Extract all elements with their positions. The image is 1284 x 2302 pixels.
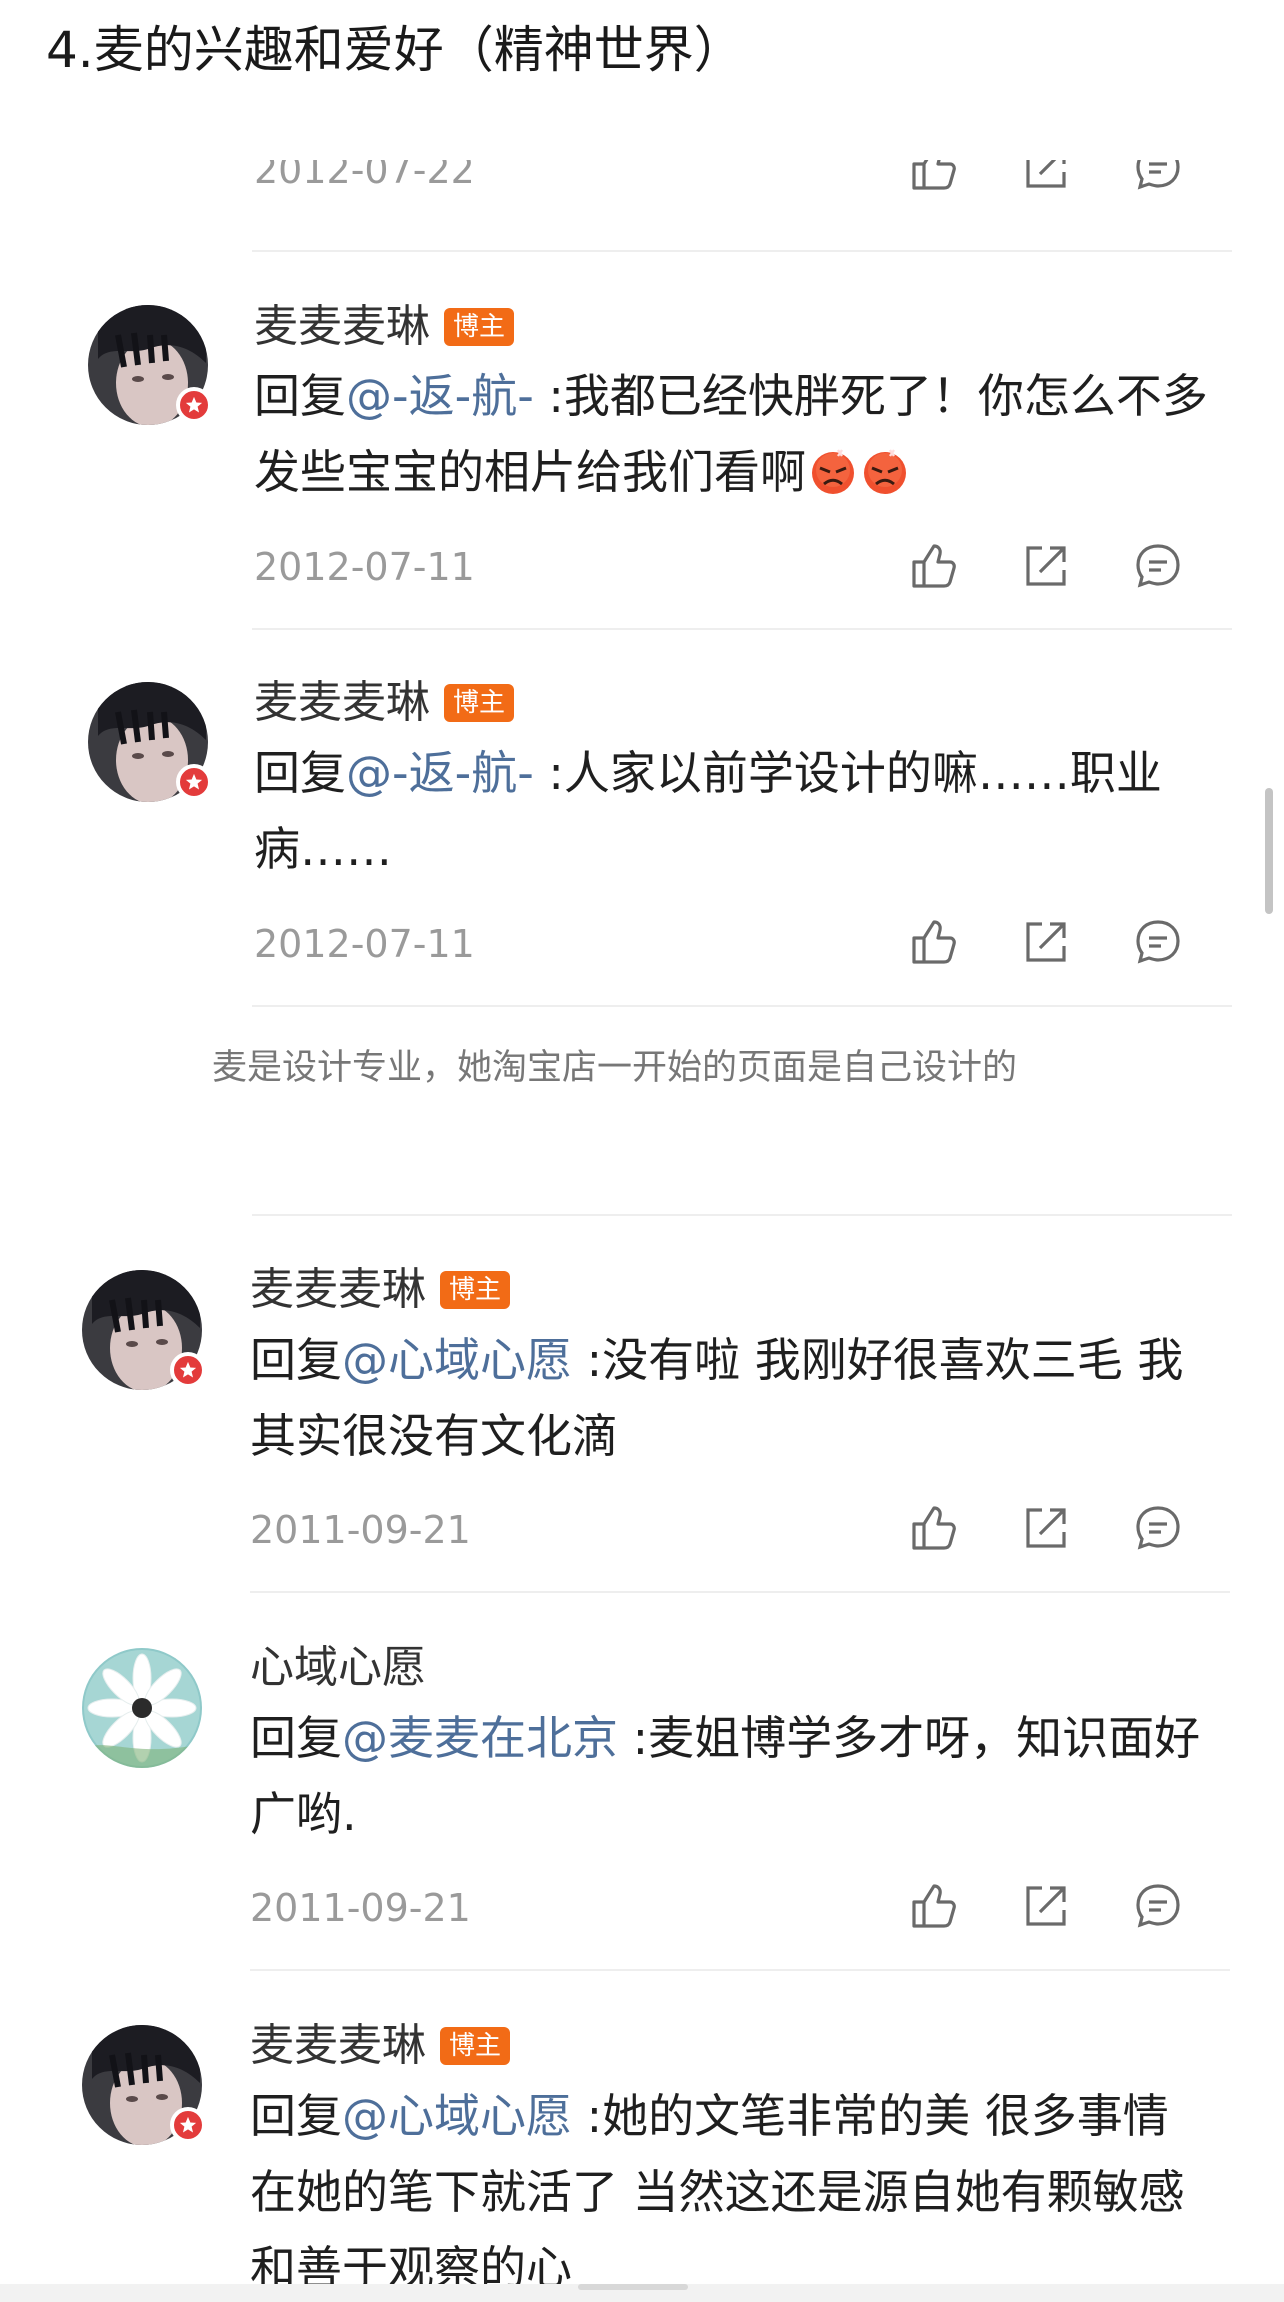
comment-text: 回复@-返-航- :我都已经快胖死了！你怎么不多发些宝宝的相片给我们看啊 (254, 358, 1214, 510)
share-icon[interactable] (1018, 1878, 1074, 1934)
angry-face-emoji (864, 449, 906, 494)
verified-star-icon (176, 387, 212, 423)
mention-link[interactable]: @心域心愿 (342, 1333, 572, 1387)
comment-date: 2012-07-22 (254, 160, 475, 192)
comment-actions (902, 1878, 1202, 1938)
comment-actions (902, 1500, 1202, 1560)
comment-author-line: 麦麦麦琳 博主 (254, 299, 515, 355)
thumbs-up-icon[interactable] (906, 160, 962, 196)
reply-prefix: 回复 (254, 746, 346, 800)
comment-actions (902, 914, 1202, 974)
reply-prefix: 回复 (250, 2089, 342, 2143)
avatar[interactable] (88, 682, 212, 802)
reply-prefix: 回复 (250, 1333, 342, 1387)
thumbs-up-icon[interactable] (906, 914, 962, 970)
comment-divider (252, 1214, 1232, 1216)
author-name[interactable]: 麦麦麦琳 (254, 675, 430, 731)
comment-divider (250, 1591, 1230, 1593)
scrollbar-thumb[interactable] (1265, 788, 1273, 914)
comment-icon[interactable] (1130, 1878, 1186, 1934)
comment-author-line: 心域心愿 (250, 1640, 426, 1696)
comment-actions (902, 538, 1202, 598)
comment-date: 2011-09-21 (250, 1886, 471, 1930)
comment-text: 回复@心域心愿 :没有啦 我刚好很喜欢三毛 我其实很没有文化滴 (250, 1322, 1210, 1474)
comment-divider (252, 1005, 1232, 1007)
share-icon[interactable] (1018, 538, 1074, 594)
comment-icon[interactable] (1130, 1500, 1186, 1556)
share-icon[interactable] (1018, 1500, 1074, 1556)
page-title: 4.麦的兴趣和爱好（精神世界） (46, 21, 744, 79)
share-icon[interactable] (1018, 914, 1074, 970)
comment-actions (902, 160, 1202, 200)
comment-divider (252, 250, 1232, 252)
host-badge: 博主 (440, 2027, 511, 2065)
avatar[interactable] (82, 1648, 202, 1768)
mention-link[interactable]: @心域心愿 (342, 2089, 572, 2143)
comment-icon[interactable] (1130, 914, 1186, 970)
comment-author-line: 麦麦麦琳 博主 (250, 1262, 511, 1318)
verified-star-icon (176, 764, 212, 800)
author-name[interactable]: 麦麦麦琳 (250, 2018, 426, 2074)
author-name[interactable]: 心域心愿 (250, 1640, 426, 1696)
reply-prefix: 回复 (250, 1711, 342, 1765)
host-badge: 博主 (440, 1271, 511, 1309)
bottom-edge (0, 2284, 1284, 2302)
comment-text: 回复@-返-航- :人家以前学设计的嘛……职业病…… (254, 735, 1174, 887)
reply-prefix: 回复 (254, 369, 346, 423)
comment-date: 2012-07-11 (254, 545, 475, 589)
avatar[interactable] (82, 1270, 206, 1390)
host-badge: 博主 (444, 684, 515, 722)
share-icon[interactable] (1018, 160, 1074, 196)
author-name[interactable]: 麦麦麦琳 (254, 299, 430, 355)
comment-date: 2012-07-11 (254, 922, 475, 966)
user-avatar-image (82, 1648, 202, 1768)
comment-author-line: 麦麦麦琳 博主 (250, 2018, 511, 2074)
thumbs-up-icon[interactable] (906, 1500, 962, 1556)
thumbs-up-icon[interactable] (906, 1878, 962, 1934)
comment-author-line: 麦麦麦琳 博主 (254, 675, 515, 731)
home-indicator (578, 2284, 688, 2290)
verified-star-icon (170, 2107, 206, 2143)
comment-divider (250, 1969, 1230, 1971)
mention-link[interactable]: @-返-航- (346, 746, 534, 800)
cutoff-comment-footer: 2012-07-22 (0, 160, 1284, 220)
angry-face-emoji (812, 449, 854, 494)
comment-icon[interactable] (1130, 160, 1186, 196)
host-badge: 博主 (444, 308, 515, 346)
comment-date: 2011-09-21 (250, 1508, 471, 1552)
comment-text: 回复@心域心愿 :她的文笔非常的美 很多事情在她的笔下就活了 当然这还是源自她有… (250, 2078, 1210, 2284)
thumbs-up-icon[interactable] (906, 538, 962, 594)
comment-icon[interactable] (1130, 538, 1186, 594)
avatar[interactable] (82, 2025, 206, 2145)
verified-star-icon (170, 1352, 206, 1388)
avatar[interactable] (88, 305, 212, 425)
caption-text: 麦是设计专业，她淘宝店一开始的页面是自己设计的 (212, 1048, 1018, 1088)
mention-link[interactable]: @麦麦在北京 (342, 1711, 618, 1765)
author-name[interactable]: 麦麦麦琳 (250, 1262, 426, 1318)
mention-link[interactable]: @-返-航- (346, 369, 534, 423)
page-viewport: 4.麦的兴趣和爱好（精神世界） 2012-07-22 麦麦麦琳 博主 回复@-返… (0, 0, 1284, 2284)
comment-text: 回复@麦麦在北京 :麦姐博学多才呀，知识面好广哟. (250, 1700, 1210, 1852)
comment-divider (252, 628, 1232, 630)
